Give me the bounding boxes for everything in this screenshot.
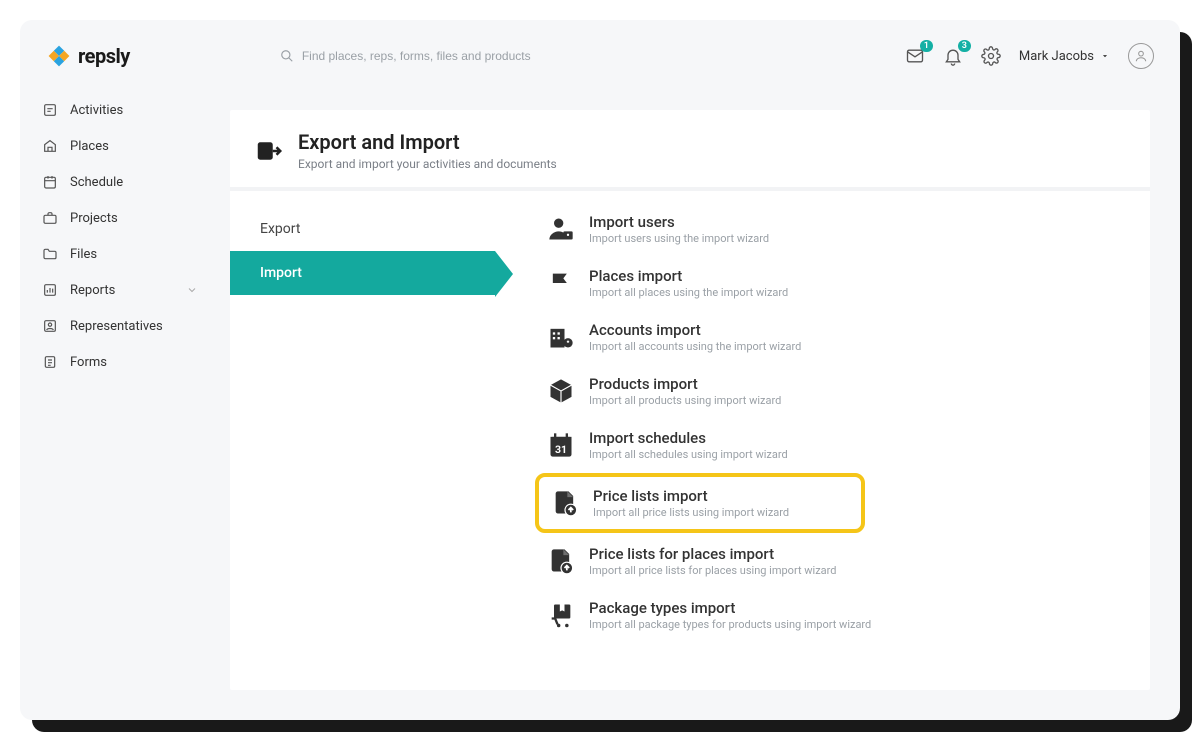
option-title: Places import bbox=[589, 267, 788, 285]
option-title: Import users bbox=[589, 213, 769, 231]
brand-name: repsly bbox=[78, 44, 130, 68]
page-title: Export and Import bbox=[298, 130, 557, 154]
topbar: repsly 1 3 Mark Jacobs bbox=[20, 20, 1180, 92]
top-actions: 1 3 Mark Jacobs bbox=[905, 43, 1154, 69]
folder-icon bbox=[42, 246, 58, 262]
brand-logo[interactable]: repsly bbox=[46, 43, 130, 69]
option-places-import[interactable]: Places import Import all places using th… bbox=[535, 257, 1130, 309]
sidebar-item-places[interactable]: Places bbox=[32, 128, 208, 164]
page-subtitle: Export and import your activities and do… bbox=[298, 157, 557, 171]
tabs-column: Export Import bbox=[230, 191, 495, 663]
main-layout: Activities Places Schedule Projects File… bbox=[20, 92, 1180, 720]
option-subtitle: Import users using the import wizard bbox=[589, 232, 769, 245]
option-products-import[interactable]: Products import Import all products usin… bbox=[535, 365, 1130, 417]
page-body: Export Import Import users Import users … bbox=[230, 191, 1150, 663]
user-name: Mark Jacobs bbox=[1019, 49, 1094, 64]
option-subtitle: Import all price lists for places using … bbox=[589, 564, 837, 577]
sidebar: Activities Places Schedule Projects File… bbox=[20, 92, 220, 720]
sidebar-item-schedule[interactable]: Schedule bbox=[32, 164, 208, 200]
calendar-icon bbox=[42, 174, 58, 190]
option-subtitle: Import all products using import wizard bbox=[589, 394, 781, 407]
svg-text:31: 31 bbox=[555, 443, 567, 456]
option-subtitle: Import all places using the import wizar… bbox=[589, 286, 788, 299]
option-price-lists-places-import[interactable]: Price lists for places import Import all… bbox=[535, 535, 1130, 587]
sidebar-item-label: Activities bbox=[70, 103, 123, 118]
sidebar-item-projects[interactable]: Projects bbox=[32, 200, 208, 236]
search-icon bbox=[280, 49, 294, 63]
inbox-badge: 1 bbox=[920, 40, 933, 52]
inbox-button[interactable]: 1 bbox=[905, 46, 925, 66]
package-cart-icon bbox=[547, 601, 575, 629]
option-title: Import schedules bbox=[589, 429, 788, 447]
import-options: Import users Import users using the impo… bbox=[495, 191, 1150, 663]
user-menu[interactable]: Mark Jacobs bbox=[1019, 49, 1110, 64]
sidebar-item-label: Reports bbox=[70, 283, 115, 298]
settings-button[interactable] bbox=[981, 46, 1001, 66]
form-icon bbox=[42, 354, 58, 370]
app-window: repsly 1 3 Mark Jacobs bbox=[20, 20, 1180, 720]
export-import-icon bbox=[254, 136, 284, 166]
sidebar-item-activities[interactable]: Activities bbox=[32, 92, 208, 128]
user-icon bbox=[1134, 49, 1148, 63]
briefcase-icon bbox=[42, 210, 58, 226]
document-upload-icon bbox=[551, 489, 579, 517]
tab-import[interactable]: Import bbox=[230, 251, 495, 295]
search-bar[interactable] bbox=[280, 49, 905, 63]
option-subtitle: Import all schedules using import wizard bbox=[589, 448, 788, 461]
sidebar-item-reports[interactable]: Reports bbox=[32, 272, 208, 308]
users-icon bbox=[547, 215, 575, 243]
option-import-schedules[interactable]: 31 Import schedules Import all schedules… bbox=[535, 419, 1130, 471]
flag-icon bbox=[547, 269, 575, 297]
places-icon bbox=[42, 138, 58, 154]
gear-icon bbox=[981, 46, 1001, 66]
option-accounts-import[interactable]: Accounts import Import all accounts usin… bbox=[535, 311, 1130, 363]
sidebar-item-representatives[interactable]: Representatives bbox=[32, 308, 208, 344]
chevron-down-icon bbox=[1100, 51, 1110, 61]
user-icon bbox=[42, 318, 58, 334]
option-title: Price lists for places import bbox=[589, 545, 837, 563]
option-subtitle: Import all price lists using import wiza… bbox=[593, 506, 789, 519]
tab-export[interactable]: Export bbox=[230, 207, 495, 251]
sidebar-item-label: Projects bbox=[70, 211, 118, 226]
option-price-lists-import[interactable]: Price lists import Import all price list… bbox=[535, 473, 865, 533]
option-package-types-import[interactable]: Package types import Import all package … bbox=[535, 589, 1130, 641]
avatar[interactable] bbox=[1128, 43, 1154, 69]
page-header: Export and Import Export and import your… bbox=[230, 110, 1150, 187]
sidebar-item-label: Files bbox=[70, 247, 97, 262]
sidebar-item-forms[interactable]: Forms bbox=[32, 344, 208, 380]
chart-icon bbox=[42, 282, 58, 298]
option-title: Price lists import bbox=[593, 487, 789, 505]
option-title: Package types import bbox=[589, 599, 871, 617]
sidebar-item-label: Places bbox=[70, 139, 109, 154]
document-upload-icon bbox=[547, 547, 575, 575]
sidebar-item-label: Schedule bbox=[70, 175, 123, 190]
sidebar-item-label: Representatives bbox=[70, 319, 163, 334]
chevron-down-icon bbox=[186, 284, 198, 296]
option-title: Products import bbox=[589, 375, 781, 393]
option-subtitle: Import all accounts using the import wiz… bbox=[589, 340, 801, 353]
sidebar-item-label: Forms bbox=[70, 355, 107, 370]
notifications-badge: 3 bbox=[958, 40, 971, 52]
calendar-31-icon: 31 bbox=[547, 431, 575, 459]
main-content: Export and Import Export and import your… bbox=[230, 110, 1150, 690]
notifications-button[interactable]: 3 bbox=[943, 46, 963, 66]
logo-icon bbox=[46, 43, 72, 69]
activities-icon bbox=[42, 102, 58, 118]
search-input[interactable] bbox=[302, 49, 602, 63]
option-title: Accounts import bbox=[589, 321, 801, 339]
option-import-users[interactable]: Import users Import users using the impo… bbox=[535, 203, 1130, 255]
option-subtitle: Import all package types for products us… bbox=[589, 618, 871, 631]
box-icon bbox=[547, 377, 575, 405]
building-icon bbox=[547, 323, 575, 351]
sidebar-item-files[interactable]: Files bbox=[32, 236, 208, 272]
